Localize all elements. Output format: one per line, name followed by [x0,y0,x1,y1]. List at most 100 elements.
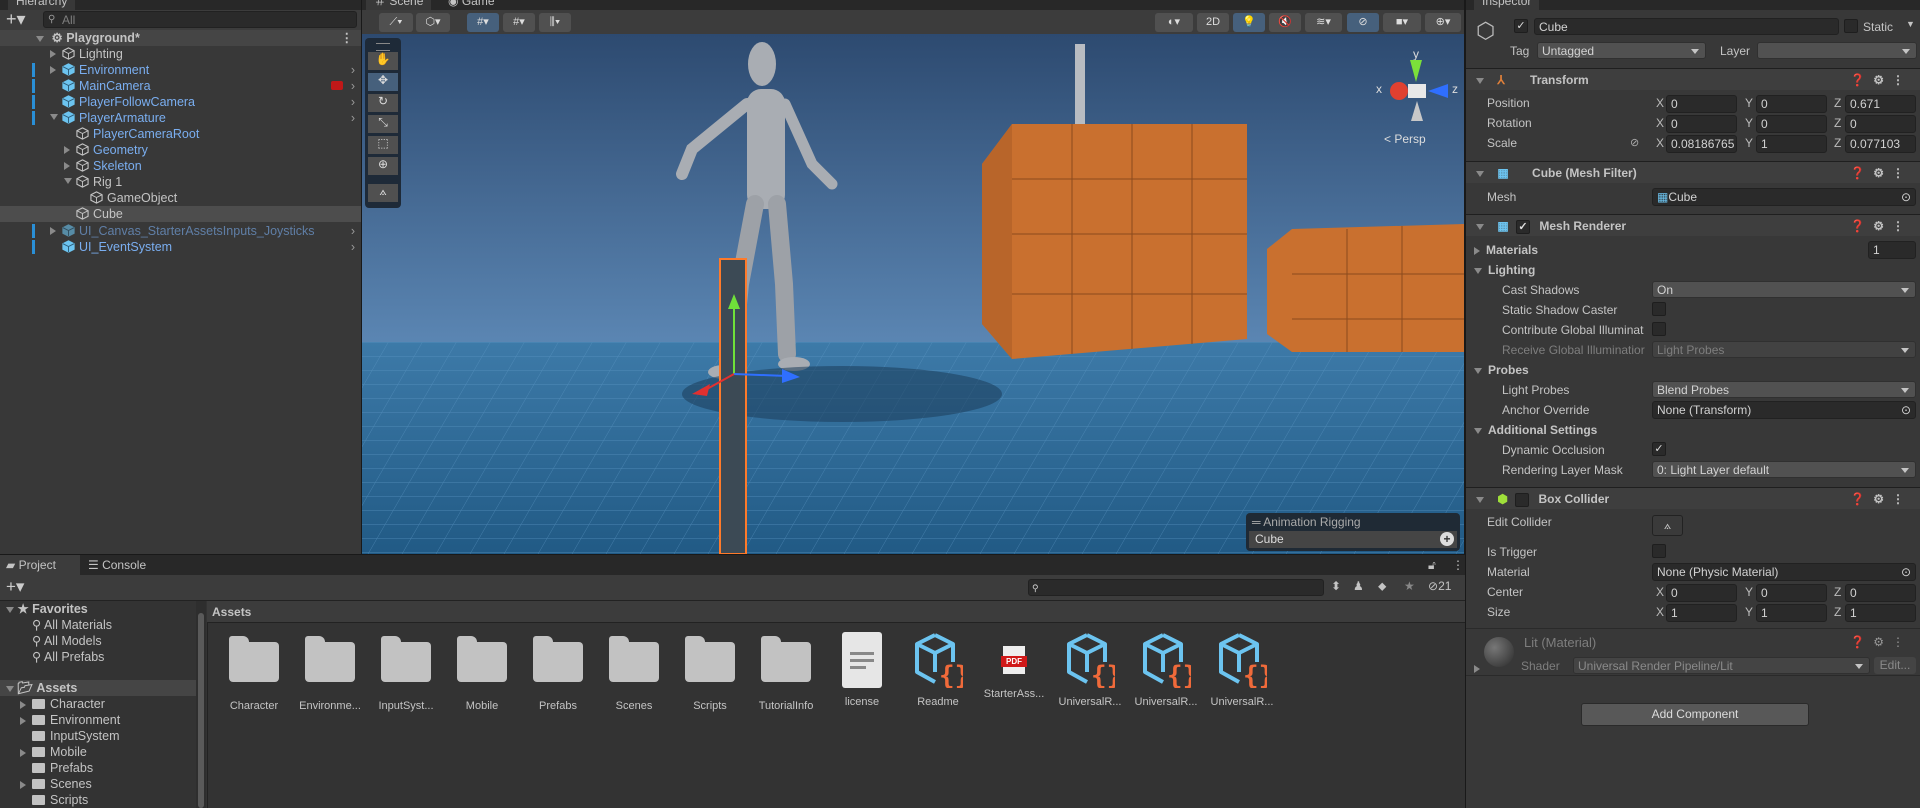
open-prefab-chevron-icon[interactable]: › [351,94,355,110]
project-folder-item[interactable]: Character [20,696,105,712]
object-picker-icon[interactable]: ⊙ [1901,402,1911,418]
shader-edit-button[interactable]: Edit... [1874,657,1916,674]
expand-arrow-icon[interactable] [36,35,44,42]
hierarchy-item[interactable]: Skeleton [0,158,361,174]
draw-mode-dropdown[interactable]: ⬡▾ [416,13,450,32]
anchor-override-field[interactable]: None (Transform) ⊙ [1652,401,1916,419]
audio-mute-icon[interactable]: 🔇 [1269,13,1301,32]
asset-item[interactable]: license [824,632,900,712]
y-value-input[interactable]: 0 [1756,95,1827,113]
constrain-proportions-icon[interactable]: ⊘ [1630,136,1639,149]
y-axis-label[interactable]: Y [1745,116,1753,130]
asset-item[interactable]: InputSyst... [368,632,444,712]
x-axis-label[interactable]: X [1656,605,1664,619]
y-axis-label[interactable]: Y [1745,585,1753,599]
toggle-2d-button[interactable]: 2D [1197,13,1229,32]
z-value-input[interactable]: 0 [1845,584,1916,602]
lighting-foldout[interactable]: Lighting [1474,262,1535,278]
x-value-input[interactable]: 0 [1666,115,1737,133]
static-shadow-caster-checkbox[interactable] [1652,302,1666,316]
z-value-input[interactable]: 0 [1845,115,1916,133]
open-prefab-chevron-icon[interactable]: › [351,62,355,78]
scene-visibility-icon[interactable]: ⊘ [1347,13,1379,32]
x-axis-label[interactable]: X [1656,585,1664,599]
additional-settings-foldout[interactable]: Additional Settings [1474,422,1597,438]
z-axis-label[interactable]: Z [1834,116,1841,130]
open-prefab-chevron-icon[interactable]: › [351,223,355,239]
open-prefab-chevron-icon[interactable]: › [351,239,355,255]
y-axis-label[interactable]: Y [1745,96,1753,110]
expand-arrow-icon[interactable] [50,227,56,235]
collider-material-field[interactable]: None (Physic Material) ⊙ [1652,563,1916,581]
expand-arrow-icon[interactable] [64,178,72,184]
component-actions[interactable]: ❓⚙⋮ [1850,635,1912,649]
asset-item[interactable]: Prefabs [520,632,596,712]
tab-scene[interactable]: ＃ Scene [366,0,432,10]
scene-root-row[interactable]: ⚙ Playground* ⋮ [0,30,361,46]
open-prefab-chevron-icon[interactable]: › [351,78,355,94]
box-collider-header[interactable]: ⬢ Box Collider ❓⚙⋮ [1466,487,1920,509]
y-value-input[interactable]: 0 [1756,584,1827,602]
asset-item[interactable]: {} UniversalR... [1128,632,1204,712]
static-checkbox[interactable] [1844,19,1858,33]
x-axis-label[interactable]: X [1656,96,1664,110]
collapse-arrow-icon[interactable] [1476,223,1484,230]
asset-item[interactable]: Scenes [596,632,672,712]
overlay-item[interactable]: Cube + [1249,531,1457,548]
hierarchy-item[interactable]: PlayerFollowCamera › [0,94,361,110]
scrollbar-thumb[interactable] [198,613,204,808]
camera-settings-dropdown[interactable]: ■▾ [1383,13,1421,32]
gizmo-x-cone[interactable] [1390,82,1408,100]
z-value-input[interactable]: 1 [1845,604,1916,622]
hierarchy-search-input[interactable]: ⚲ All [43,11,357,28]
search-by-type-icon[interactable]: ⬍ [1331,579,1341,593]
hierarchy-item[interactable]: MainCamera › [0,78,361,94]
asset-item[interactable]: Environme... [292,632,368,712]
shading-mode-dropdown[interactable]: ◐▾ [1155,13,1193,32]
asset-item[interactable]: {} Readme [900,632,976,712]
probes-foldout[interactable]: Probes [1474,362,1529,378]
projection-label[interactable]: < Persp [1384,132,1426,146]
hierarchy-item[interactable]: PlayerCameraRoot [0,126,361,142]
component-actions[interactable]: ❓⚙⋮ [1850,69,1912,91]
expand-arrow-icon[interactable] [20,780,26,789]
lighting-toggle-icon[interactable]: 💡 [1233,13,1265,32]
search-by-type-icon[interactable]: ♟ [1353,579,1364,593]
tag-dropdown[interactable]: Untagged [1537,42,1706,59]
tab-inspector[interactable]: Inspector [1474,0,1540,10]
asset-item[interactable]: Scripts [672,632,748,712]
favorite-star-icon[interactable]: ★ [1404,579,1415,593]
object-picker-icon[interactable]: ⊙ [1901,564,1911,580]
materials-count-input[interactable]: 1 [1868,241,1916,259]
project-folder-item[interactable]: Prefabs [20,760,93,776]
hand-tool-icon[interactable]: ✋ [368,52,398,70]
move-tool-icon[interactable]: ✥ [368,73,398,91]
contribute-gi-checkbox[interactable] [1652,322,1666,336]
effects-dropdown[interactable]: ≋▾ [1305,13,1342,32]
dynamic-occlusion-checkbox[interactable]: ✓ [1652,442,1666,456]
z-value-input[interactable]: 0.077103 [1845,135,1916,153]
rotate-tool-icon[interactable]: ↻ [368,94,398,112]
add-icon[interactable]: + [1440,532,1454,546]
asset-item[interactable]: {} UniversalR... [1204,632,1280,712]
z-axis-label[interactable]: Z [1834,96,1841,110]
hierarchy-item[interactable]: Environment › [0,62,361,78]
y-axis-label[interactable]: Y [1745,605,1753,619]
rendering-layer-mask-dropdown[interactable]: 0: Light Layer default [1652,461,1916,478]
z-axis-label[interactable]: Z [1834,585,1841,599]
box-collider-enabled-checkbox[interactable] [1515,492,1530,507]
rect-tool-icon[interactable]: ⬚ [368,136,398,154]
scale-tool-icon[interactable]: ⤡ [368,115,398,133]
gizmo-center-cube[interactable] [1408,84,1426,98]
z-value-input[interactable]: 0.671 [1845,95,1916,113]
tab-console[interactable]: ☰ Console [88,555,146,575]
collapse-arrow-icon[interactable] [1476,496,1484,503]
expand-arrow-icon[interactable] [50,66,56,74]
materials-foldout[interactable]: Materials [1474,242,1538,258]
hierarchy-item[interactable]: GameObject [0,190,361,206]
tool-handle-dropdown[interactable]: ⟋▾ [379,13,413,32]
asset-item[interactable]: {} UniversalR... [1052,632,1128,712]
project-folder-item[interactable]: InputSystem [20,728,119,744]
z-axis-label[interactable]: Z [1834,136,1841,150]
more-options-icon[interactable]: ⋮ [341,30,354,46]
